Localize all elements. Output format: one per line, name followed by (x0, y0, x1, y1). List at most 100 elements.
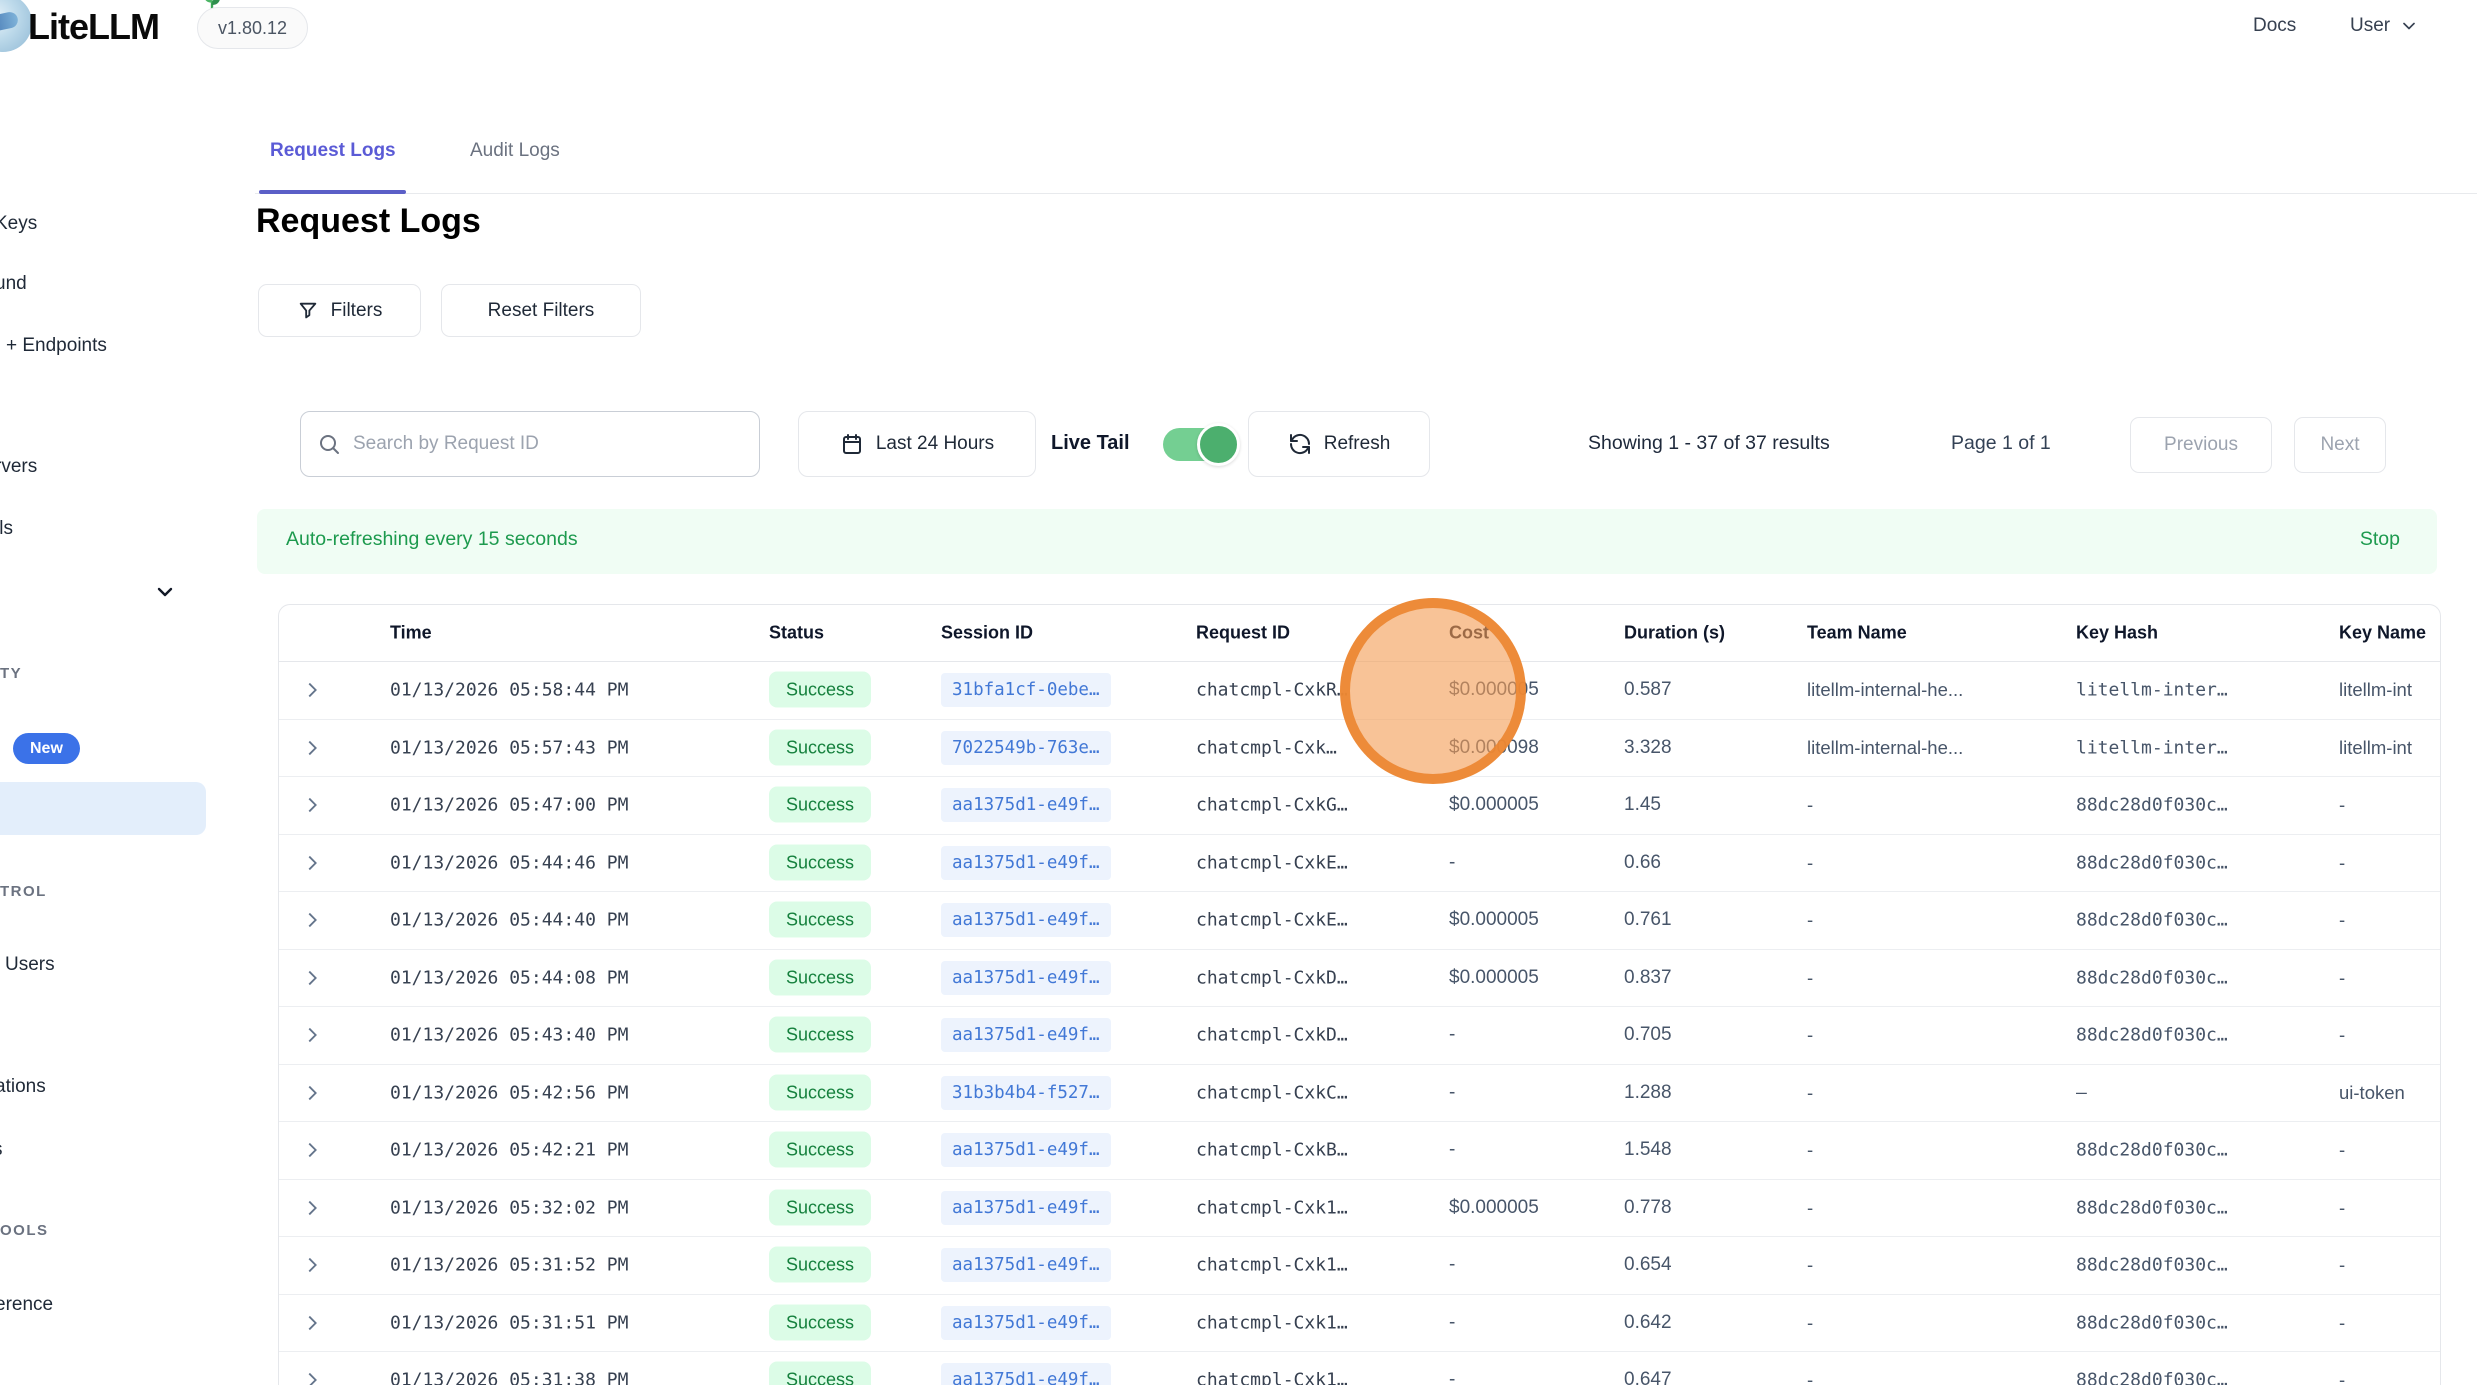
table-row: 01/13/2026 05:32:02 PM Success aa1375d1-… (279, 1180, 2440, 1238)
refresh-button[interactable]: Refresh (1248, 411, 1430, 477)
status-badge: Success (769, 844, 871, 880)
sidebar-collapse-chevron-icon[interactable] (153, 580, 177, 604)
session-id-link[interactable]: 7022549b-763e… (941, 731, 1111, 765)
cell-request-id: chatcmpl-CxkD… (1196, 1025, 1348, 1046)
previous-page-button[interactable]: Previous (2130, 417, 2272, 473)
calendar-icon (840, 432, 864, 456)
cell-key-name: - (2339, 1197, 2345, 1219)
sidebar-item-playground[interactable]: und (0, 273, 27, 295)
col-header-keyhash: Key Hash (2076, 623, 2158, 644)
sidebar-item-logs-selected[interactable] (0, 782, 206, 835)
cell-status-wrap: Success (769, 795, 871, 816)
cell-session-wrap: aa1375d1-e49f… (941, 853, 1111, 873)
cell-key-name: ui-token (2339, 1082, 2405, 1104)
expand-row-chevron-icon[interactable] (301, 1139, 323, 1161)
session-id-link[interactable]: aa1375d1-e49f… (941, 1363, 1111, 1385)
sidebar-item-keys[interactable]: Keys (0, 213, 37, 235)
col-header-keyname: Key Name (2339, 623, 2426, 644)
cell-status-wrap: Success (769, 1255, 871, 1276)
results-summary: Showing 1 - 37 of 37 results (1588, 432, 1830, 455)
table-row: 01/13/2026 05:31:52 PM Success aa1375d1-… (279, 1237, 2440, 1295)
docs-link[interactable]: Docs (2253, 15, 2296, 37)
cell-key-hash: 88dc28d0f030c… (2076, 1255, 2228, 1276)
expand-row-chevron-icon[interactable] (301, 1369, 323, 1385)
table-row: 01/13/2026 05:43:40 PM Success aa1375d1-… (279, 1007, 2440, 1065)
expand-row-chevron-icon[interactable] (301, 909, 323, 931)
stop-auto-refresh-button[interactable]: Stop (2360, 528, 2400, 551)
expand-row-chevron-icon[interactable] (301, 1254, 323, 1276)
session-id-link[interactable]: 31bfa1cf-0ebe… (941, 673, 1111, 707)
session-id-link[interactable]: aa1375d1-e49f… (941, 1248, 1111, 1282)
reset-filters-button[interactable]: Reset Filters (441, 284, 641, 337)
cell-duration: 0.587 (1624, 679, 1672, 701)
filters-button-label: Filters (331, 300, 383, 322)
session-id-link[interactable]: aa1375d1-e49f… (941, 1306, 1111, 1340)
cell-request-id: chatcmpl-Cxk1… (1196, 1370, 1348, 1385)
cell-key-hash: 88dc28d0f030c… (2076, 1312, 2228, 1333)
expand-row-chevron-icon[interactable] (301, 794, 323, 816)
expand-row-chevron-icon[interactable] (301, 967, 323, 989)
cell-time: 01/13/2026 05:43:40 PM (390, 1025, 628, 1046)
sidebar-item-teams[interactable]: s (0, 1139, 3, 1161)
session-id-link[interactable]: aa1375d1-e49f… (941, 1018, 1111, 1052)
cell-time: 01/13/2026 05:58:44 PM (390, 680, 628, 701)
sidebar-item-organizations[interactable]: ations (0, 1076, 46, 1098)
table-row: 01/13/2026 05:58:44 PM Success 31bfa1cf-… (279, 662, 2440, 720)
sidebar-item-reference[interactable]: erence (0, 1294, 53, 1316)
cell-cost: $0.000098 (1449, 737, 1539, 759)
session-id-link[interactable]: aa1375d1-e49f… (941, 1191, 1111, 1225)
col-header-session: Session ID (941, 623, 1033, 644)
status-badge: Success (769, 1304, 871, 1340)
session-id-link[interactable]: aa1375d1-e49f… (941, 846, 1111, 880)
sidebar-item-servers[interactable]: rvers (0, 456, 37, 478)
cell-duration: 0.837 (1624, 967, 1672, 989)
time-range-button[interactable]: Last 24 Hours (798, 411, 1036, 477)
cell-request-id: chatcmpl-CxkE… (1196, 852, 1348, 873)
sidebar-item-users[interactable]: Users (5, 954, 55, 976)
sidebar-item-endpoints[interactable]: + Endpoints (6, 335, 107, 357)
cell-cost: $0.000005 (1449, 909, 1539, 931)
session-id-link[interactable]: 31b3b4b4-f527… (941, 1076, 1111, 1110)
status-badge: Success (769, 1189, 871, 1225)
reset-filters-label: Reset Filters (488, 300, 595, 322)
expand-row-chevron-icon[interactable] (301, 1197, 323, 1219)
cell-key-hash: 88dc28d0f030c… (2076, 795, 2228, 816)
expand-row-chevron-icon[interactable] (301, 852, 323, 874)
search-input[interactable] (353, 433, 743, 455)
live-tail-toggle[interactable] (1163, 428, 1237, 461)
expand-row-chevron-icon[interactable] (301, 1024, 323, 1046)
table-header-row: Time Status Session ID Request ID Cost D… (279, 605, 2440, 662)
user-menu[interactable]: User (2350, 15, 2419, 37)
cell-key-hash: 88dc28d0f030c… (2076, 1370, 2228, 1385)
cell-status-wrap: Success (769, 1312, 871, 1333)
status-badge: Success (769, 1362, 871, 1385)
cell-key-hash: 88dc28d0f030c… (2076, 1197, 2228, 1218)
table-row: 01/13/2026 05:42:56 PM Success 31b3b4b4-… (279, 1065, 2440, 1123)
expand-row-chevron-icon[interactable] (301, 679, 323, 701)
cell-time: 01/13/2026 05:31:38 PM (390, 1370, 628, 1385)
auto-refresh-banner: Auto-refreshing every 15 seconds Stop (257, 509, 2437, 574)
cell-time: 01/13/2026 05:44:40 PM (390, 910, 628, 931)
cell-cost: $0.000005 (1449, 1197, 1539, 1219)
filters-button[interactable]: Filters (258, 284, 421, 337)
tabbar-divider (255, 193, 2477, 194)
cell-key-hash: litellm-inter… (2076, 680, 2228, 701)
expand-row-chevron-icon[interactable] (301, 1082, 323, 1104)
session-id-link[interactable]: aa1375d1-e49f… (941, 903, 1111, 937)
expand-row-chevron-icon[interactable] (301, 737, 323, 759)
tab-request-logs[interactable]: Request Logs (270, 140, 396, 162)
session-id-link[interactable]: aa1375d1-e49f… (941, 788, 1111, 822)
cell-team-name: - (1807, 1254, 1813, 1276)
cell-cost: - (1449, 1254, 1455, 1276)
next-page-button[interactable]: Next (2294, 417, 2386, 473)
cell-key-name: - (2339, 852, 2345, 874)
expand-row-chevron-icon[interactable] (301, 1312, 323, 1334)
cell-session-wrap: aa1375d1-e49f… (941, 1140, 1111, 1160)
tab-audit-logs[interactable]: Audit Logs (470, 140, 560, 162)
sidebar-item-guardrails[interactable]: ils (0, 518, 13, 540)
cell-time: 01/13/2026 05:47:00 PM (390, 795, 628, 816)
search-box[interactable] (300, 411, 760, 477)
session-id-link[interactable]: aa1375d1-e49f… (941, 1133, 1111, 1167)
session-id-link[interactable]: aa1375d1-e49f… (941, 961, 1111, 995)
table-body: 01/13/2026 05:58:44 PM Success 31bfa1cf-… (279, 662, 2440, 1385)
